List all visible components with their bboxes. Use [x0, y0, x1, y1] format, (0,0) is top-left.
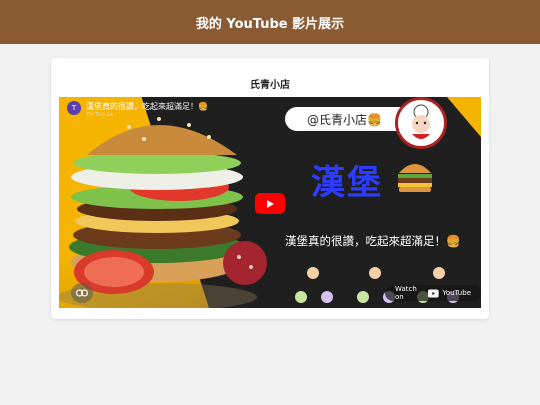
copy-link-button[interactable] [71, 283, 93, 303]
yellow-corner-shape [447, 97, 481, 137]
play-icon [267, 199, 274, 208]
card-title: 氏青小店 [250, 80, 290, 91]
burger-title: 漢堡 [311, 163, 383, 203]
channel-avatar[interactable]: T [67, 101, 81, 115]
page-title: 我的 YouTube 影片展示 [195, 16, 345, 32]
video-title-overlay[interactable]: T 漢堡真的很讚，吃起來超滿足！🍔 Thi Tinh Le [67, 101, 208, 118]
channel-handle: @氏青小店🍔 [307, 112, 382, 127]
watch-on-label: Watch on [395, 285, 417, 301]
video-card: 氏青小店 T 漢堡真的很讚，吃起來超滿足！🍔 Thi Tinh Le @氏青小店… [51, 58, 489, 319]
video-tagline: 漢堡真的很讚，吃起來超滿足！🍔 [285, 234, 461, 248]
youtube-logo-icon [427, 289, 439, 297]
link-icon [76, 289, 88, 297]
burger-image [59, 117, 267, 308]
app-header: 我的 YouTube 影片展示 [0, 0, 540, 44]
video-title[interactable]: 漢堡真的很讚，吃起來超滿足！🍔 [86, 101, 208, 112]
youtube-brand-label: YouTube [442, 289, 471, 297]
youtube-embed[interactable]: T 漢堡真的很讚，吃起來超滿足！🍔 Thi Tinh Le @氏青小店🍔 漢堡 [59, 97, 481, 308]
channel-name[interactable]: Thi Tinh Le [86, 112, 208, 118]
play-button[interactable] [255, 193, 285, 214]
chef-mascot-icon [395, 97, 447, 149]
burger-icon [398, 164, 432, 192]
watch-on-youtube-button[interactable]: Watch on YouTube [385, 285, 481, 301]
